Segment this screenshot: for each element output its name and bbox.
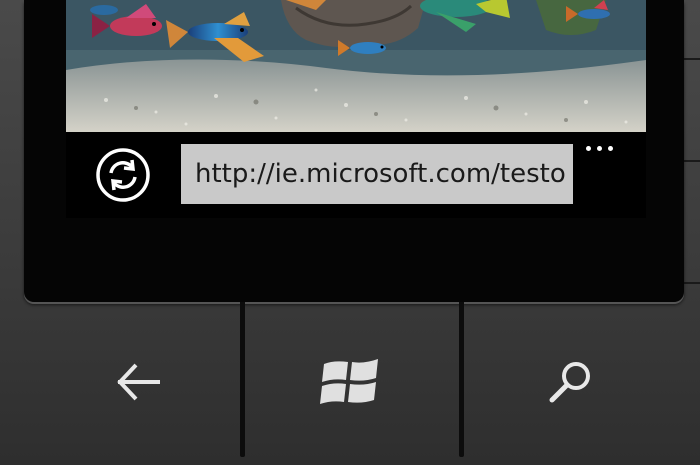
phone-device: http://ie.microsoft.com/testo [0,0,700,465]
search-button[interactable] [530,342,610,422]
hardware-buttons-row [0,302,700,465]
more-options-icon [608,146,613,151]
phone-screen: http://ie.microsoft.com/testo [66,0,646,218]
windows-logo-icon [320,359,378,404]
refresh-icon [96,148,150,202]
search-icon [549,362,590,403]
browser-app-bar: http://ie.microsoft.com/testo [66,132,646,218]
refresh-button[interactable] [94,146,152,204]
button-divider [240,302,245,457]
aquarium-image [66,0,646,132]
more-options-button[interactable] [584,136,624,156]
back-arrow-icon [117,363,160,401]
start-button[interactable] [312,342,392,422]
more-options-icon [597,146,602,151]
more-options-icon [586,146,591,151]
address-bar-input[interactable]: http://ie.microsoft.com/testo [181,144,573,204]
back-button[interactable] [100,342,180,422]
web-page-content[interactable] [66,0,646,132]
button-divider [459,302,464,457]
